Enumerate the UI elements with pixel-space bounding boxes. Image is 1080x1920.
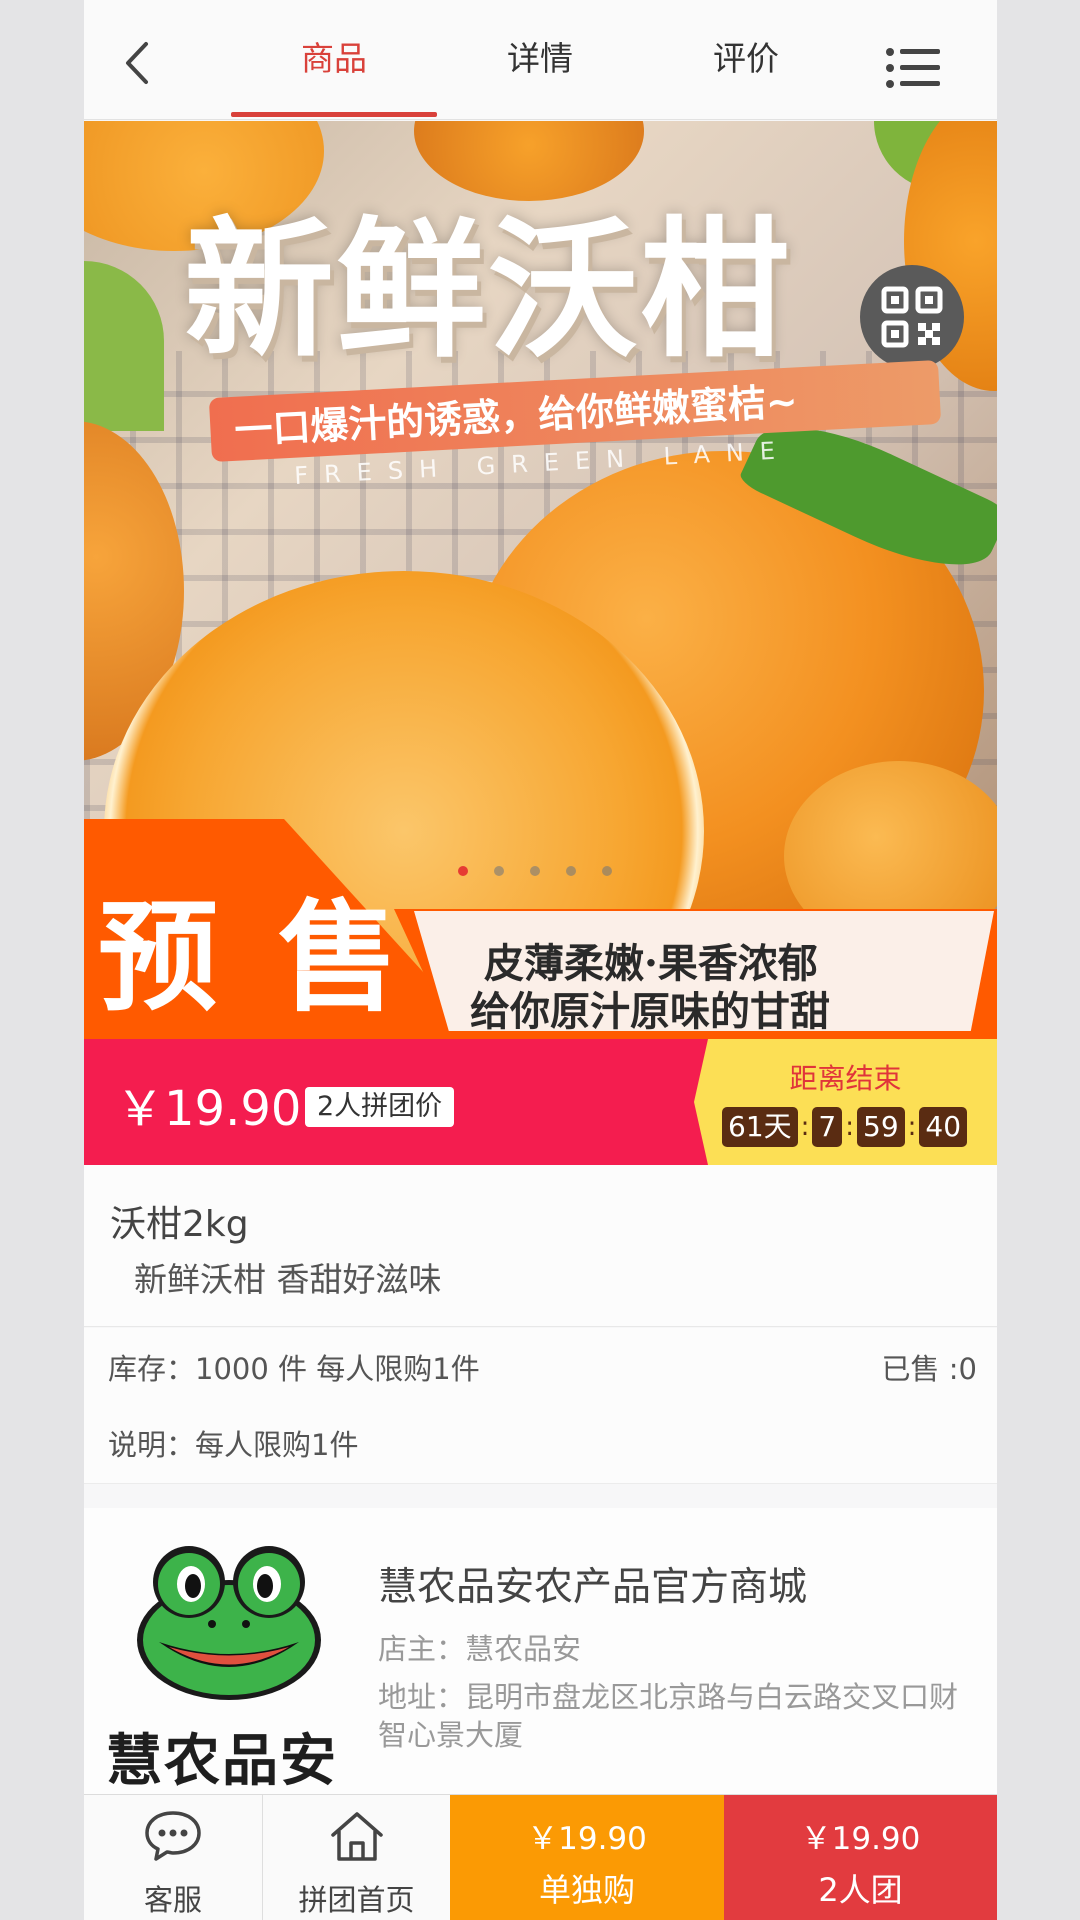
frog-logo-icon bbox=[137, 1546, 321, 1700]
banner-title: 新鲜沃柑 bbox=[184, 204, 793, 378]
product-title: 沃柑2kg bbox=[110, 1204, 249, 1245]
home-icon bbox=[330, 1812, 383, 1861]
countdown-seconds: 40 bbox=[919, 1107, 968, 1147]
sold-count: 已售 :0 bbox=[881, 1352, 977, 1386]
tab-details[interactable]: 详情 bbox=[437, 32, 643, 80]
bottom-action-bar: 客服 拼团首页 ￥19.90 单独购 ￥19.90 2人团 bbox=[84, 1794, 997, 1920]
carousel-indicator bbox=[458, 858, 628, 884]
banner-slogan-line2: 给你原汁原味的甘甜 bbox=[470, 988, 830, 1035]
carousel-dot[interactable] bbox=[494, 866, 504, 876]
countdown-days: 61天 bbox=[722, 1107, 798, 1147]
store-name[interactable]: 慧农品安农产品官方商城 bbox=[378, 1556, 807, 1612]
menu-button[interactable] bbox=[884, 46, 944, 90]
group-price-tag: 2人拼团价 bbox=[305, 1087, 455, 1127]
group-home-label: 拼团首页 bbox=[298, 1883, 415, 1917]
store-card[interactable]: 慧农品安 慧农品安农产品官方商城 店主：慧农品安 地址：昆明市盘龙区北京路与白云… bbox=[84, 1508, 997, 1794]
list-menu-icon bbox=[886, 48, 940, 88]
group-price: ￥19.90 bbox=[116, 1081, 302, 1137]
carousel-dot[interactable] bbox=[566, 866, 576, 876]
stock-section: 库存：1000 件 每人限购1件 已售 :0 说明：每人限购1件 bbox=[84, 1328, 997, 1484]
carousel-dot[interactable] bbox=[530, 866, 540, 876]
active-tab-indicator bbox=[231, 112, 437, 117]
buy-group-button[interactable]: ￥19.90 2人团 bbox=[724, 1795, 997, 1920]
store-owner: 店主：慧农品安 bbox=[378, 1632, 582, 1666]
countdown-timer: 61天 : 7 : 59 : 40 bbox=[722, 1107, 968, 1147]
customer-service-label: 客服 bbox=[143, 1883, 202, 1917]
top-nav: 商品 详情 评价 bbox=[84, 0, 997, 120]
product-page: 商品 详情 评价 新鲜沃柑 一口爆汁的诱惑，给你鲜嫩蜜桔~ FRESH GREE… bbox=[84, 0, 997, 1920]
purchase-note: 说明：每人限购1件 bbox=[108, 1428, 359, 1462]
stock-info: 库存：1000 件 每人限购1件 bbox=[108, 1352, 480, 1386]
product-info: 沃柑2kg 新鲜沃柑 香甜好滋味 bbox=[84, 1165, 997, 1327]
qr-code-icon bbox=[881, 286, 943, 348]
carousel-dot[interactable] bbox=[458, 866, 468, 876]
back-button[interactable] bbox=[114, 38, 164, 88]
buy-group-label: 2人团 bbox=[818, 1871, 903, 1909]
countdown-panel: 距离结束 61天 : 7 : 59 : 40 bbox=[694, 1039, 997, 1165]
chat-bubble-icon bbox=[145, 1811, 201, 1861]
countdown-minutes: 59 bbox=[857, 1107, 905, 1147]
group-home-button[interactable]: 拼团首页 bbox=[263, 1795, 450, 1920]
qr-code-button[interactable] bbox=[860, 265, 964, 369]
buy-alone-price: ￥19.90 bbox=[527, 1821, 647, 1857]
store-address: 地址：昆明市盘龙区北京路与白云路交叉口财智心景大厦 bbox=[378, 1680, 959, 1752]
tab-reviews[interactable]: 评价 bbox=[643, 32, 849, 80]
buy-alone-label: 单独购 bbox=[538, 1871, 635, 1909]
presale-label: 预售 bbox=[98, 889, 458, 1028]
customer-service-button[interactable]: 客服 bbox=[84, 1795, 262, 1920]
buy-alone-button[interactable]: ￥19.90 单独购 bbox=[450, 1795, 724, 1920]
store-logo-text: 慧农品安 bbox=[106, 1729, 338, 1794]
carousel-dot[interactable] bbox=[602, 866, 612, 876]
group-price-bar: ￥19.90 2人拼团价 距离结束 61天 : 7 : 59 : 40 bbox=[84, 1039, 997, 1165]
buy-group-price: ￥19.90 bbox=[800, 1821, 921, 1857]
tab-goods[interactable]: 商品 bbox=[231, 32, 437, 80]
countdown-hours: 7 bbox=[812, 1107, 843, 1147]
countdown-title: 距离结束 bbox=[789, 1062, 902, 1095]
chevron-left-icon bbox=[126, 42, 148, 84]
product-subtitle: 新鲜沃柑 香甜好滋味 bbox=[134, 1260, 442, 1299]
